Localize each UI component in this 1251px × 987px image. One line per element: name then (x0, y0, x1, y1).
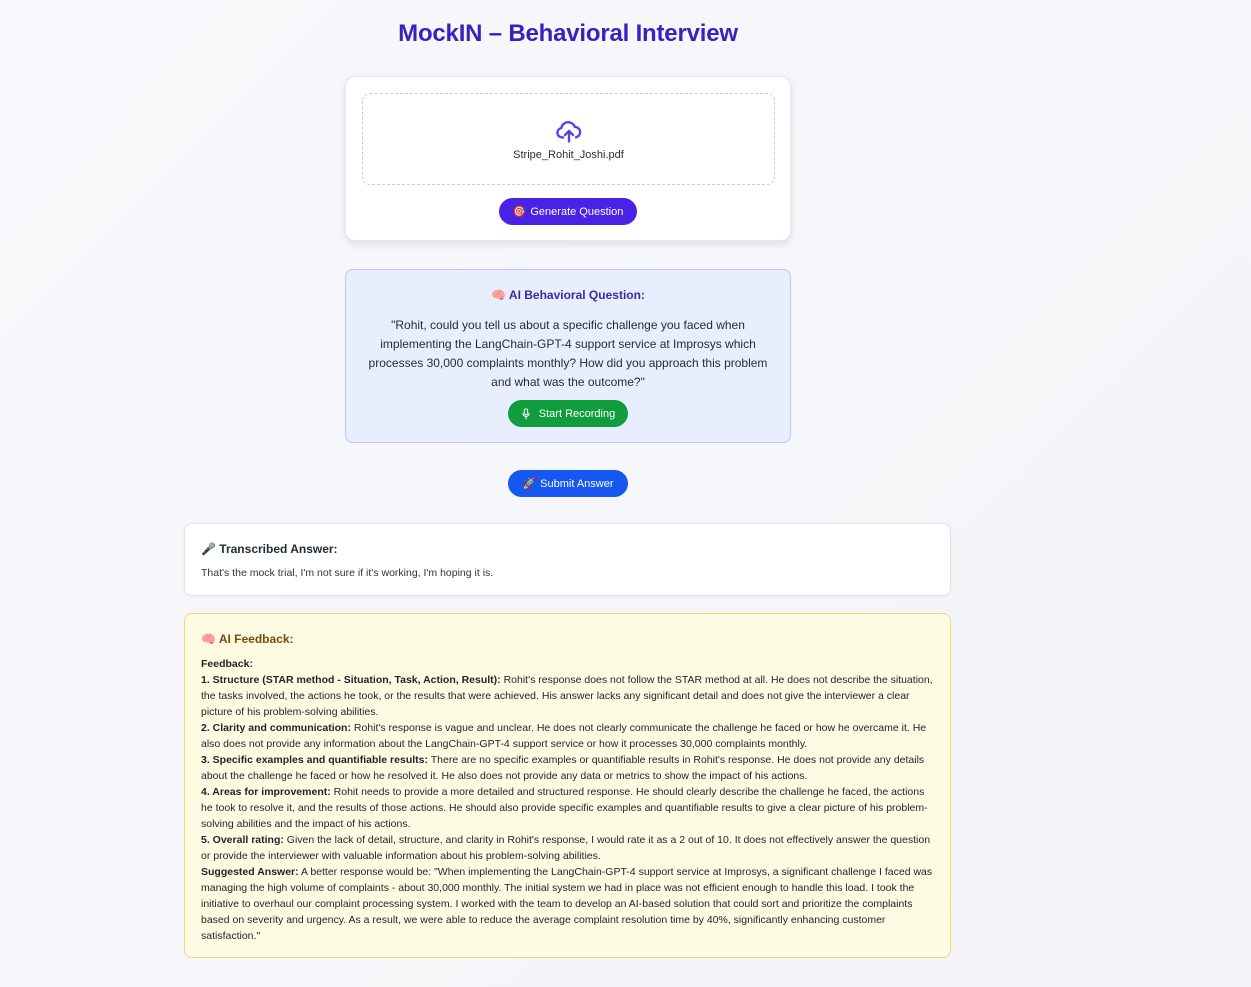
rocket-icon: 🚀 (522, 478, 537, 490)
feedback-item: 4. Areas for improvement: Rohit needs to… (201, 784, 934, 832)
resume-dropzone[interactable]: Stripe_Rohit_Joshi.pdf (362, 93, 775, 185)
transcript-card: 🎤 Transcribed Answer: That's the mock tr… (184, 523, 951, 596)
question-heading: 🧠 AI Behavioral Question: (346, 288, 790, 302)
question-heading-label: AI Behavioral Question: (508, 288, 645, 302)
generate-question-button[interactable]: 🎯 Generate Question (499, 198, 637, 225)
feedback-intro: Feedback: (201, 658, 253, 670)
transcript-text: That's the mock trial, I'm not sure if i… (201, 567, 494, 579)
brain-icon: 🧠 (491, 288, 507, 302)
question-text: "Rohit, could you tell us about a specif… (368, 318, 768, 389)
submit-answer-button[interactable]: 🚀 Submit Answer (508, 470, 628, 497)
feedback-item: 2. Clarity and communication: Rohit's re… (201, 720, 934, 752)
feedback-item: Suggested Answer: A better response woul… (201, 864, 934, 944)
feedback-item: 5. Overall rating: Given the lack of det… (201, 832, 934, 864)
submit-answer-label: Submit Answer (540, 477, 614, 490)
brain-icon: 🧠 (201, 632, 216, 646)
feedback-heading: 🧠 AI Feedback: (201, 632, 294, 646)
feedback-body: Feedback: 1. Structure (STAR method - Si… (201, 656, 934, 944)
feedback-item-label: 2. Clarity and communication: (201, 722, 351, 734)
uploaded-file-name: Stripe_Rohit_Joshi.pdf (513, 149, 624, 161)
feedback-item-label: Suggested Answer: (201, 866, 299, 878)
generate-question-label: Generate Question (530, 205, 624, 218)
start-recording-label: Start Recording (538, 407, 616, 420)
upload-cloud-icon (555, 121, 581, 143)
feedback-card: 🧠 AI Feedback: Feedback: 1. Structure (S… (184, 613, 951, 958)
transcript-heading: 🎤 Transcribed Answer: (201, 542, 338, 556)
transcript-heading-label: Transcribed Answer: (219, 542, 338, 556)
feedback-item: 1. Structure (STAR method - Situation, T… (201, 672, 934, 720)
feedback-item-text: A better response would be: "When implem… (201, 866, 933, 942)
feedback-item-label: 3. Specific examples and quantifiable re… (201, 754, 428, 766)
feedback-item-text: Given the lack of detail, structure, and… (201, 834, 931, 862)
page: MockIN – Behavioral Interview Stripe_Roh… (0, 0, 1251, 987)
feedback-item-label: 1. Structure (STAR method - Situation, T… (201, 674, 501, 686)
feedback-item-label: 5. Overall rating: (201, 834, 284, 846)
target-icon: 🎯 (512, 206, 527, 218)
feedback-item-label: 4. Areas for improvement: (201, 786, 331, 798)
page-title: MockIN – Behavioral Interview (398, 20, 738, 47)
feedback-heading-label: AI Feedback: (218, 632, 294, 646)
microphone-emoji-icon: 🎤 (201, 542, 216, 556)
microphone-icon (522, 407, 530, 420)
start-recording-button[interactable]: Start Recording (508, 400, 628, 427)
feedback-item: 3. Specific examples and quantifiable re… (201, 752, 934, 784)
